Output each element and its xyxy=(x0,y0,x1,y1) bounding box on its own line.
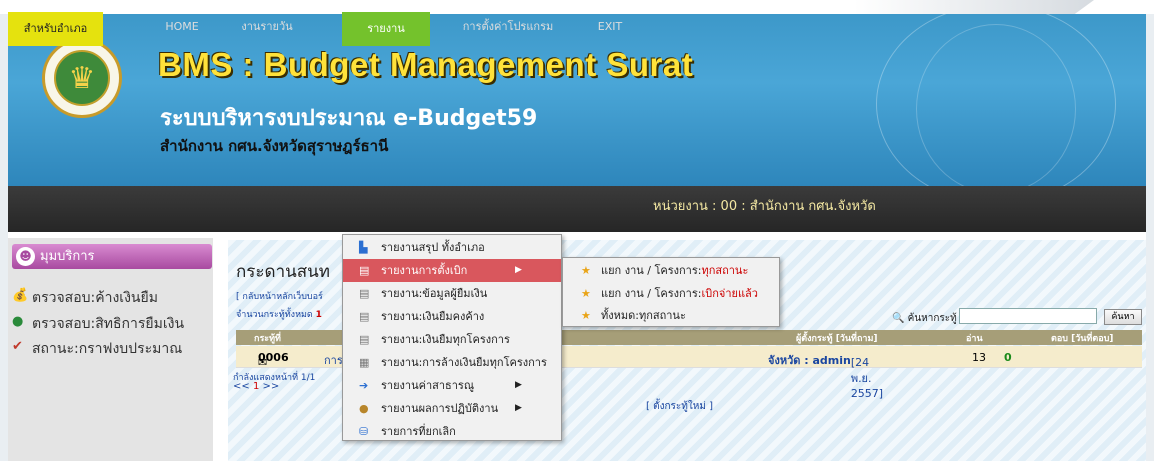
menu-item-all-loans[interactable]: ▤ รายงาน:เงินยืมทุกโครงการ xyxy=(343,328,561,351)
reply-count: 0 xyxy=(1004,351,1012,364)
topic-count: จำนวนกระทู้ทั้งหมด 1 xyxy=(236,310,322,320)
next-page[interactable]: >> xyxy=(263,381,280,392)
page-1[interactable]: 1 xyxy=(253,381,259,392)
star-icon: ★ xyxy=(581,264,591,277)
money-bag-icon: 💰 xyxy=(12,288,29,303)
app-subtitle: ระบบบริหารงบประมาณ e-Budget59 xyxy=(160,106,538,131)
reports-dropdown: ▙ รายงานสรุป ทั้งอำเภอ ▤ รายงานการตั้งเบิก… xyxy=(342,234,562,441)
nav-district[interactable]: สำหรับอำเภอ xyxy=(8,12,103,46)
menu-item-disbursement[interactable]: ▤ รายงานการตั้งเบิก ▶ xyxy=(343,259,561,282)
col-poster: ผู้ตั้งกระทู้ [วันที่ถาม] xyxy=(796,334,878,344)
unit-label: หน่วยงาน : 00 : สำนักงาน กศน.จังหวัด xyxy=(653,199,876,214)
star-icon: ★ xyxy=(581,287,591,300)
sidebar-heading: ☻ มุมบริการ xyxy=(12,244,212,269)
chart-icon: ▙ xyxy=(359,241,368,254)
col-reads: อ่าน xyxy=(966,334,983,344)
document-icon: ▤ xyxy=(359,287,370,300)
top-tab-shape xyxy=(854,0,1094,14)
submenu-item-disbursed[interactable]: ★ แยก งาน / โครงการ:เบิกจ่ายแล้ว xyxy=(563,283,779,305)
menu-item-performance[interactable]: ● รายงานผลการปฏิบัติงาน ▶ xyxy=(343,397,561,420)
disbursement-submenu: ★ แยก งาน / โครงการ:ทุกสถานะ ★ แยก งาน / โ… xyxy=(562,257,780,327)
document-icon: ▤ xyxy=(359,310,370,323)
submenu-item-all-status[interactable]: ★ แยก งาน / โครงการ:ทุกสถานะ xyxy=(563,260,779,282)
menu-item-summary[interactable]: ▙ รายงานสรุป ทั้งอำเภอ xyxy=(343,236,561,259)
app-title: BMS : Budget Management Surat xyxy=(158,46,694,83)
mail-icon: ✉ xyxy=(258,356,268,369)
nav-reports[interactable]: รายงาน xyxy=(342,12,430,46)
prev-page[interactable]: << xyxy=(233,381,250,392)
topic-id: ✉ 0006 xyxy=(258,351,289,369)
document-edit-icon: ▦ xyxy=(359,356,370,369)
topic-count-value: 1 xyxy=(315,310,322,320)
submenu-item-all[interactable]: ★ ทั้งหมด:ทุกสถานะ xyxy=(563,305,779,327)
star-icon: ★ xyxy=(581,309,591,322)
col-topic: กระทู้ที่ xyxy=(254,334,281,344)
organization-logo: ♛ xyxy=(42,38,122,118)
nav-exit[interactable]: EXIT xyxy=(585,14,635,40)
office-name: สำนักงาน กศน.จังหวัดสุราษฎร์ธานี xyxy=(160,137,389,155)
sidebar-item-outstanding-loans[interactable]: 💰 ตรวจสอบ:ค้างเงินยืม xyxy=(12,287,158,309)
topic-title[interactable]: การ xyxy=(324,351,343,369)
page-title: กระดานสนท xyxy=(236,262,330,282)
menu-item-cancelled[interactable]: ⛁ รายการที่ยกเลิก xyxy=(343,420,561,443)
graph-icon: ✔ xyxy=(12,339,23,354)
globe-decoration-inner xyxy=(916,24,1076,186)
read-count: 13 xyxy=(972,351,986,364)
sidebar-item-budget-graph[interactable]: ✔ สถานะ:กราฟงบประมาณ xyxy=(12,338,182,360)
arrow-icon: ➔ xyxy=(359,379,369,392)
service-icon: ☻ xyxy=(16,247,35,266)
nav-settings[interactable]: การตั้งค่าโปรแกรม xyxy=(448,14,568,40)
menu-item-outstanding[interactable]: ▤ รายงาน:เงินยืมคงค้าง xyxy=(343,305,561,328)
menu-item-utilities[interactable]: ➔ รายงานค่าสาธารณู ▶ xyxy=(343,374,561,397)
new-topic-link[interactable]: [ ตั้งกระทู้ใหม่ ] xyxy=(646,399,713,414)
search-label: 🔍 ค้นหากระทู้ xyxy=(892,313,957,324)
document-icon: ▤ xyxy=(359,264,370,277)
search-button[interactable]: ค้นหา xyxy=(1104,309,1142,325)
search-icon: 🔍 xyxy=(892,313,905,324)
chevron-right-icon: ▶ xyxy=(515,380,522,390)
nav-bar xyxy=(8,186,1146,232)
menu-item-loan-clearing[interactable]: ▦ รายงาน:การล้างเงินยืมทุกโครงการ xyxy=(343,351,561,374)
money-bag-icon: ● xyxy=(359,402,369,415)
pagination: << 1 >> xyxy=(233,381,279,392)
sidebar-heading-label: มุมบริการ xyxy=(40,249,95,264)
nav-home[interactable]: HOME xyxy=(152,14,212,40)
check-icon: ● xyxy=(12,314,24,329)
back-to-board-link[interactable]: [ กลับหน้าหลักเว็บบอร์ xyxy=(236,289,323,303)
sidebar-item-loan-rights[interactable]: ● ตรวจสอบ:สิทธิการยืมเงิน xyxy=(12,313,184,335)
nav-daily-work[interactable]: งานรายวัน xyxy=(222,14,312,40)
database-icon: ⛁ xyxy=(359,425,369,438)
chevron-right-icon: ▶ xyxy=(515,265,522,275)
top-strip xyxy=(0,0,1154,14)
search-input[interactable] xyxy=(959,308,1097,324)
document-icon: ▤ xyxy=(359,333,370,346)
menu-item-borrowers[interactable]: ▤ รายงาน:ข้อมูลผู้ยืมเงิน xyxy=(343,282,561,305)
chevron-right-icon: ▶ xyxy=(515,403,522,413)
poster: จังหวัด : admin [24 พ.ย. 2557] xyxy=(768,354,884,400)
col-reply: ตอบ [วันที่ตอบ] xyxy=(1051,334,1114,344)
